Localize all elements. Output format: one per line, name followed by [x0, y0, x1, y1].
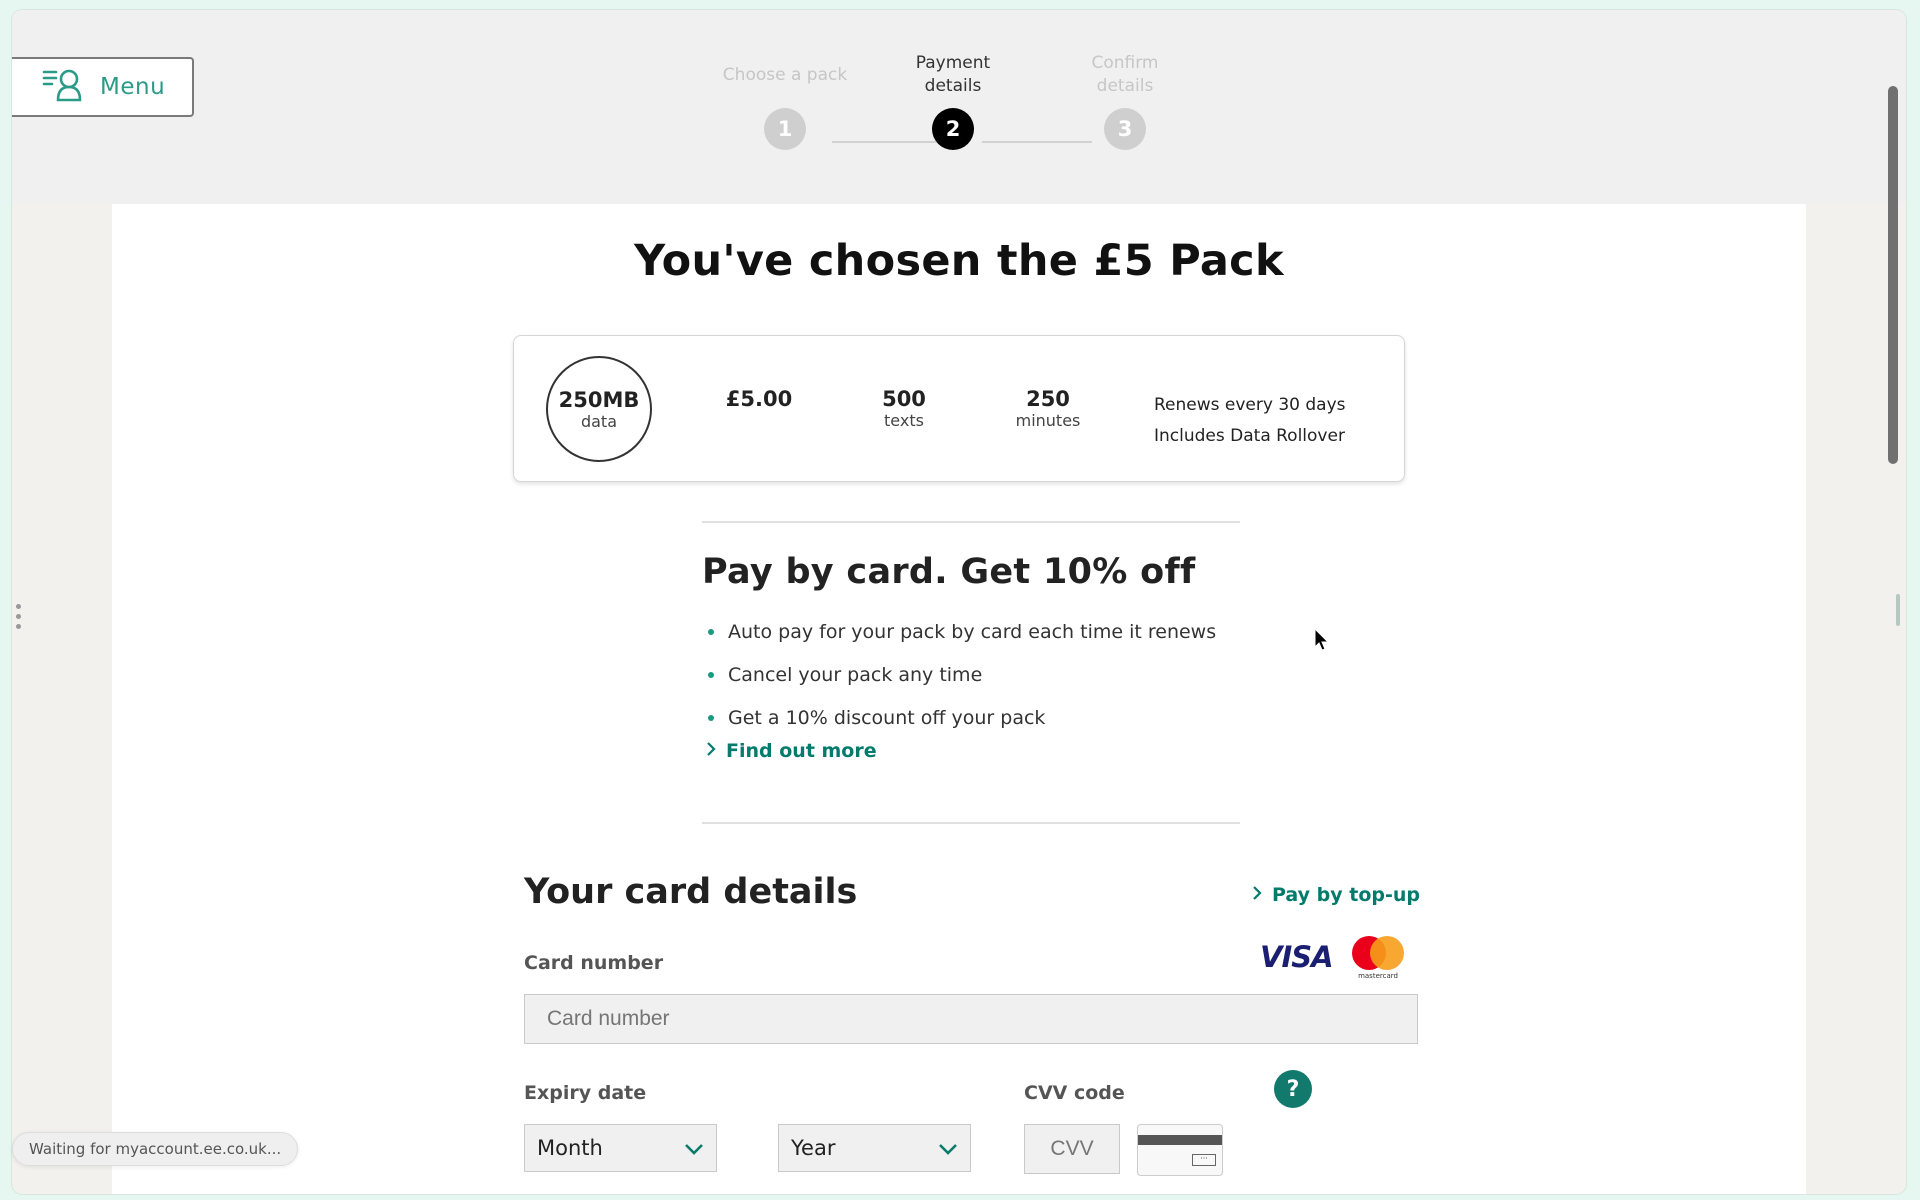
question-mark-icon: ? — [1286, 1076, 1300, 1102]
chevron-down-icon — [684, 1136, 704, 1160]
step-payment-details: Payment details 2 — [870, 52, 1036, 150]
data-amount: 250MB — [558, 387, 640, 412]
bullet-text: Cancel your pack any time — [728, 663, 983, 686]
bullet-icon — [708, 628, 714, 635]
year-selected-value: Year — [791, 1136, 836, 1160]
chevron-right-icon — [1252, 884, 1262, 906]
pack-texts: 500 texts — [864, 388, 944, 432]
menu-label: Menu — [100, 74, 166, 100]
vertical-scrollbar[interactable] — [1888, 86, 1898, 464]
progress-stepper: Choose a pack 1 Payment details 2 Confir… — [712, 52, 1212, 172]
expiry-month-select[interactable]: Month — [524, 1124, 717, 1172]
step-label: Confirm details — [1091, 53, 1159, 96]
month-selected-value: Month — [537, 1136, 603, 1160]
chevron-down-icon — [938, 1136, 958, 1160]
cvv-box: ··· — [1192, 1154, 1216, 1166]
menu-button[interactable]: Menu — [12, 57, 194, 117]
minutes-amount: 250 — [1026, 387, 1070, 411]
page-title: You've chosen the £5 Pack — [634, 236, 1284, 286]
pack-notes: Renews every 30 days Includes Data Rollo… — [1154, 390, 1346, 452]
find-out-more-link[interactable]: Find out more — [706, 740, 877, 762]
cvv-help-button[interactable]: ? — [1274, 1070, 1312, 1108]
mastercard-orange-circle — [1370, 936, 1404, 970]
texts-amount: 500 — [882, 387, 926, 411]
menu-user-icon — [42, 68, 86, 106]
browser-status-bar: Waiting for myaccount.ee.co.uk... — [12, 1132, 299, 1166]
divider — [702, 822, 1240, 824]
bullet-icon — [708, 671, 714, 678]
mastercard-logo: mastercard — [1350, 936, 1406, 982]
pay-by-topup-link[interactable]: Pay by top-up — [1252, 884, 1420, 906]
cvv-card-illustration-icon: ··· — [1137, 1124, 1223, 1176]
side-panel-handle[interactable] — [1896, 594, 1900, 626]
mouse-cursor-icon — [1314, 627, 1330, 656]
magnetic-stripe — [1138, 1135, 1222, 1145]
card-number-label: Card number — [524, 952, 664, 974]
data-label: data — [580, 411, 618, 431]
bullet-text: Auto pay for your pack by card each time… — [728, 620, 1217, 643]
renewal-note: Renews every 30 days — [1154, 395, 1346, 415]
minutes-label: minutes — [1015, 411, 1081, 430]
card-details-title: Your card details — [524, 872, 858, 912]
list-item: Auto pay for your pack by card each time… — [702, 610, 1216, 653]
card-number-input[interactable] — [524, 994, 1418, 1044]
promo-benefits-list: Auto pay for your pack by card each time… — [702, 610, 1216, 739]
status-text: Waiting for myaccount.ee.co.uk... — [29, 1140, 282, 1158]
step-number: 2 — [932, 108, 974, 150]
pack-minutes: 250 minutes — [998, 388, 1098, 432]
data-allowance-circle: 250MB data — [546, 356, 652, 462]
step-confirm-details: Confirm details 3 — [1055, 52, 1195, 150]
bullet-icon — [708, 714, 714, 721]
step-label: Choose a pack — [722, 64, 848, 85]
step-number: 1 — [764, 108, 806, 150]
promo-title: Pay by card. Get 10% off — [702, 552, 1196, 592]
step-choose-pack[interactable]: Choose a pack 1 — [700, 52, 870, 150]
list-item: Cancel your pack any time — [702, 653, 1216, 696]
browser-window: Menu Choose a pack 1 Payment details 2 C… — [12, 10, 1906, 1194]
pack-summary-card: 250MB data £5.00 500 texts 250 minutes R… — [513, 335, 1405, 482]
visa-logo: VISA — [1260, 940, 1334, 974]
step-label: Payment details — [915, 53, 991, 96]
divider — [702, 521, 1240, 523]
cvv-code-label: CVV code — [1024, 1082, 1125, 1104]
page-header: Menu Choose a pack 1 Payment details 2 C… — [12, 10, 1906, 204]
price-value: £5.00 — [725, 387, 793, 411]
bullet-text: Get a 10% discount off your pack — [728, 706, 1046, 729]
pack-price: £5.00 — [714, 388, 804, 410]
texts-label: texts — [884, 411, 924, 430]
cvv-input[interactable] — [1024, 1124, 1120, 1174]
resize-grip-icon[interactable] — [16, 604, 22, 634]
mastercard-wordmark: mastercard — [1358, 972, 1398, 980]
step-number: 3 — [1104, 108, 1146, 150]
find-out-more-label: Find out more — [726, 740, 877, 762]
expiry-date-label: Expiry date — [524, 1082, 647, 1104]
list-item: Get a 10% discount off your pack — [702, 696, 1216, 739]
chevron-right-icon — [706, 740, 716, 762]
rollover-note: Includes Data Rollover — [1154, 426, 1345, 446]
pay-by-topup-label: Pay by top-up — [1272, 884, 1421, 906]
expiry-year-select[interactable]: Year — [778, 1124, 971, 1172]
main-content: You've chosen the £5 Pack 250MB data £5.… — [112, 204, 1806, 1194]
